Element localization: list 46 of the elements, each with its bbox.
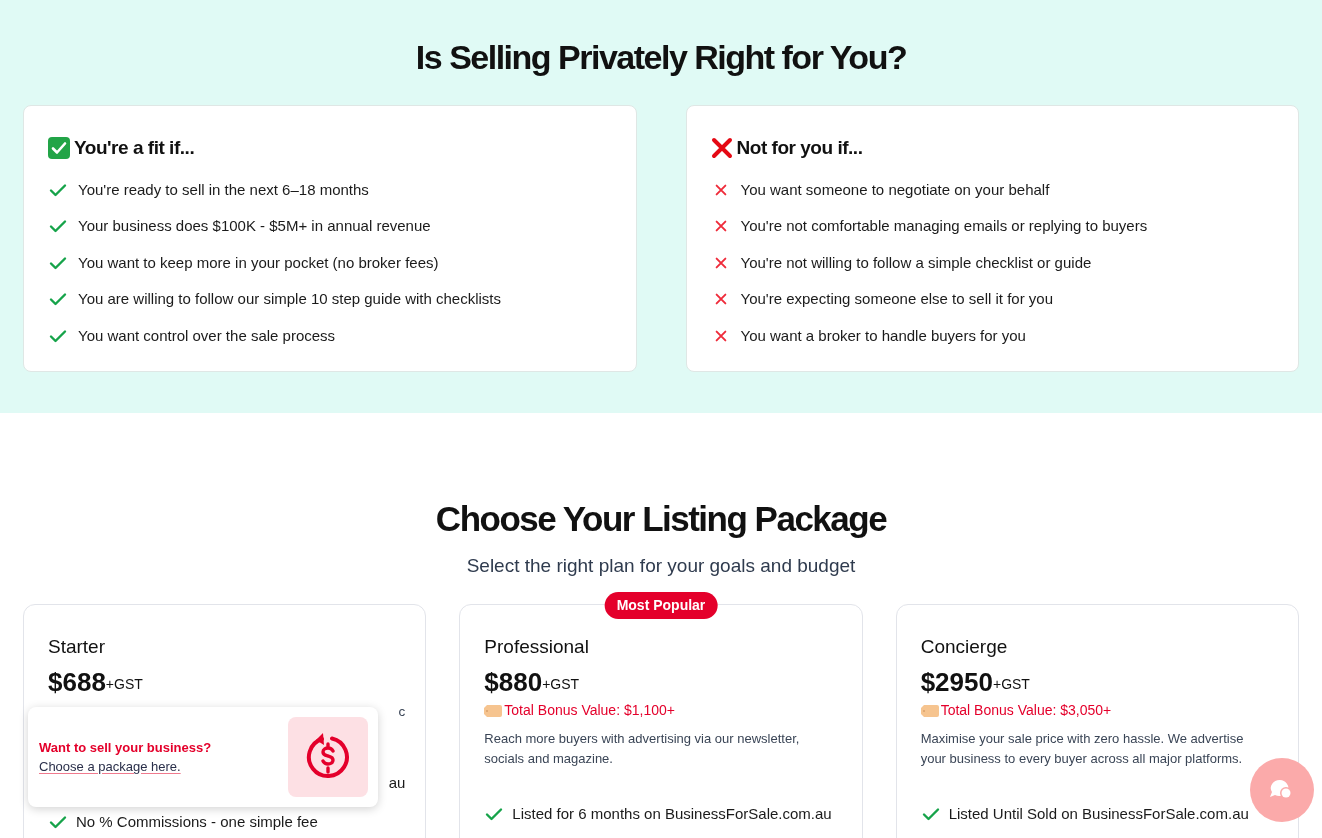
criteria-item: Your business does $100K - $5M+ in annual revenue (78, 216, 431, 236)
plan-description: Reach more buyers with advertising via our newsletter, socials and magazine. (484, 730, 801, 768)
tag-icon (484, 704, 503, 717)
criteria-item: You are willing to follow our simple 10 step guide with checklists (78, 289, 501, 309)
bonus-value: Total Bonus Value: $3,050+ (940, 701, 1112, 720)
criteria-item: You want to keep more in your pocket (no broker fees) (78, 252, 439, 273)
check-box-icon (48, 137, 70, 160)
dollar-cycle-icon (288, 717, 368, 797)
card-heading: You're a fit if... (74, 136, 195, 160)
popular-badge: Most Popular (604, 592, 718, 619)
section-subtitle: Select the right plan for your goals and budget (465, 553, 857, 578)
criteria-item: You're not willing to follow a simple checklist or guide (740, 252, 1092, 273)
criteria-item: You want a broker to handle buyers for you (740, 325, 1026, 346)
plan-description: Maximise your sale price with zero hassle. We advertise your business to every buyer across all major platforms. (920, 730, 1245, 768)
promo-title: Want to sell your business? (39, 738, 212, 757)
plan-description: c (398, 703, 406, 721)
section-title: Choose Your Listing Package (434, 498, 888, 540)
cross-icon (713, 219, 728, 234)
plan-name: Concierge (920, 635, 1009, 659)
criteria-item: You want control over the sale process (78, 325, 336, 346)
plan-name: Professional (484, 635, 590, 659)
package-link[interactable]: Choose a package here. (39, 757, 212, 777)
section-title: Is Selling Privately Right for You? (414, 37, 908, 78)
plan-price: $2950 (920, 665, 993, 698)
tag-icon (920, 704, 939, 717)
cross-icon (713, 255, 728, 270)
cross-icon (713, 292, 728, 307)
criteria-item: You're expecting someone else to sell it for you (740, 289, 1053, 309)
plan-feature: Listed for 6 months on BusinessForSale.com.au (512, 804, 832, 824)
plan-name: Starter (48, 635, 107, 659)
tax-note: +GST (105, 676, 143, 692)
cross-icon (713, 182, 728, 197)
criteria-item: You're ready to sell in the next 6–18 months (78, 179, 369, 200)
criteria-item: You want someone to negotiate on your behalf (740, 179, 1050, 200)
tax-note: +GST (542, 675, 580, 694)
plan-feature: No % Commissions - one simple fee (76, 811, 318, 832)
plan-price: $880 (484, 665, 543, 698)
bonus-value: Total Bonus Value: $1,100+ (504, 701, 675, 720)
tax-note: +GST (992, 676, 1030, 692)
cross-icon (710, 137, 733, 160)
card-heading: Not for you if... (736, 136, 863, 160)
criteria-item: You're not comfortable managing emails or replying to buyers (740, 216, 1148, 236)
plan-feature: au (388, 773, 406, 794)
cross-icon (713, 328, 728, 343)
plan-price: $688 (48, 665, 106, 698)
plan-feature: Listed Until Sold on BusinessForSale.com.au (948, 804, 1249, 824)
